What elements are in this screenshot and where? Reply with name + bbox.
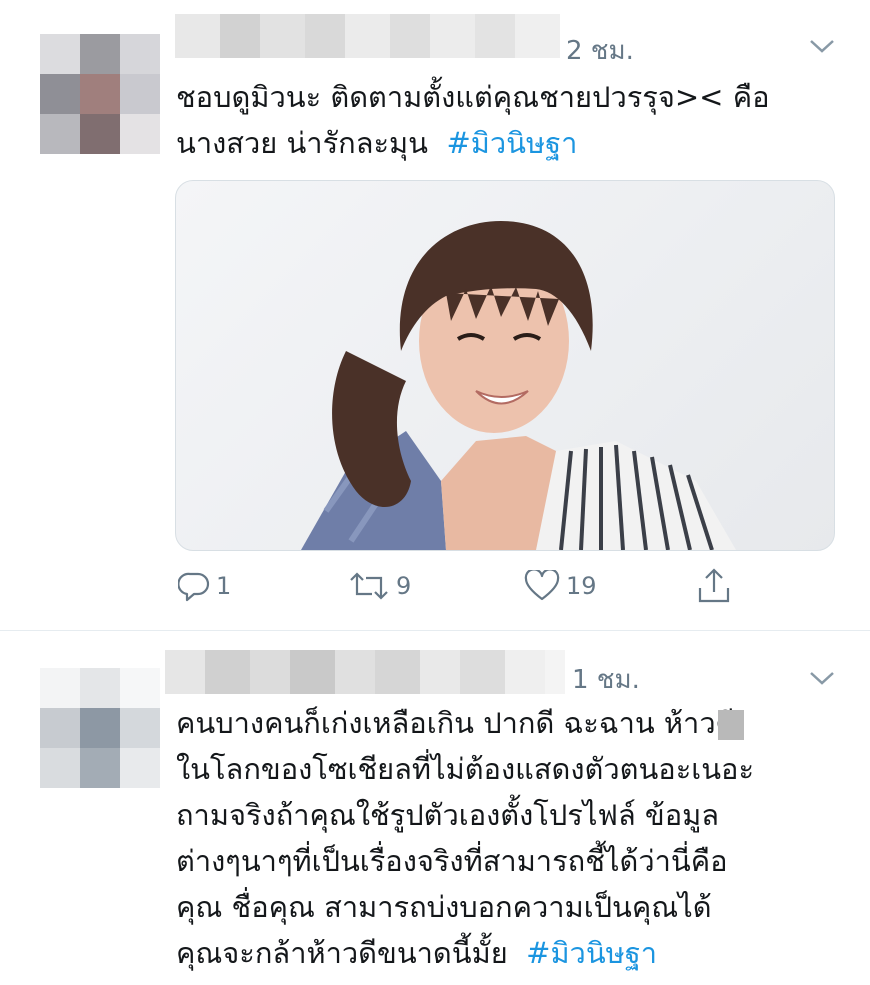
tweet-text-line: ในโลกของโซเชียลที่ไม่ต้องแสดงตัวตนอะเนอะ [176, 752, 755, 786]
tweet-timestamp[interactable]: 2 ชม. [566, 30, 634, 71]
tweet-photo[interactable] [175, 180, 835, 551]
reply-button[interactable]: 1 [178, 570, 231, 602]
retweet-count: 9 [396, 572, 412, 600]
tweet-text-line: คุณ ชื่อคุณ สามารถบ่งบอกความเป็นคุณได้ [176, 890, 712, 924]
author-name-redacted[interactable] [175, 14, 560, 58]
tweet-text-line: นางสวย น่ารักละมุน #มิวนิษฐา [176, 120, 846, 166]
tweet-text-line: คุณจะกล้าห้าวดีขนาดนี้มั้ย #มิวนิษฐา [176, 930, 846, 976]
reply-icon [178, 572, 210, 602]
photo-portrait [301, 221, 736, 550]
chevron-down-icon[interactable] [808, 36, 836, 56]
redaction-block [718, 710, 745, 740]
hashtag-link[interactable]: #มิวนิษฐา [526, 936, 657, 970]
tweet-text: ชอบดูมิวนะ ติดตามตั้งแต่คุณชายปวรรุจ>< ค… [176, 74, 846, 166]
retweet-icon [350, 572, 388, 600]
author-name-redacted[interactable] [165, 650, 565, 694]
tweet-separator [0, 630, 870, 631]
tweet-text-line: ต่างๆนาๆที่เป็นเรื่องจริงที่สามารถชี้ได้… [176, 844, 728, 878]
heart-icon [524, 570, 560, 601]
chevron-down-icon[interactable] [808, 668, 836, 688]
tweet[interactable]: 2 ชม. ชอบดูมิวนะ ติดตามตั้งแต่คุณชายปวรร… [0, 0, 870, 631]
tweet-text-segment: คนบางคนก็เก่งเหลือเกิน ปากดี ฉะฉาน ห้าวด… [176, 706, 735, 740]
like-count: 19 [566, 572, 597, 600]
avatar[interactable] [40, 34, 160, 154]
retweet-button[interactable]: 9 [348, 570, 411, 602]
reply-count: 1 [216, 572, 232, 600]
tweet-text-segment: คุณจะกล้าห้าวดีขนาดนี้มั้ย [176, 936, 508, 970]
hashtag-link[interactable]: #มิวนิษฐา [446, 126, 577, 160]
share-button[interactable] [697, 568, 731, 604]
tweet-text-line: ถามจริงถ้าคุณใช้รูปตัวเองตั้งโปรไฟล์ ข้อ… [176, 798, 720, 832]
tweet-text-line: คนบางคนก็เก่งเหลือเกิน ปากดี ฉะฉาน ห้าวด… [176, 700, 846, 746]
share-icon [698, 568, 730, 603]
like-button[interactable]: 19 [524, 570, 597, 602]
tweet-timestamp[interactable]: 1 ชม. [572, 659, 640, 700]
tweet-text-segment: นางสวย น่ารักละมุน [176, 126, 428, 160]
tweet-actions: 1 9 19 [0, 568, 870, 608]
tweet-text: คนบางคนก็เก่งเหลือเกิน ปากดี ฉะฉาน ห้าวด… [176, 700, 846, 976]
avatar[interactable] [40, 668, 160, 788]
tweet-text-line: ชอบดูมิวนะ ติดตามตั้งแต่คุณชายปวรรุจ>< ค… [176, 80, 770, 114]
